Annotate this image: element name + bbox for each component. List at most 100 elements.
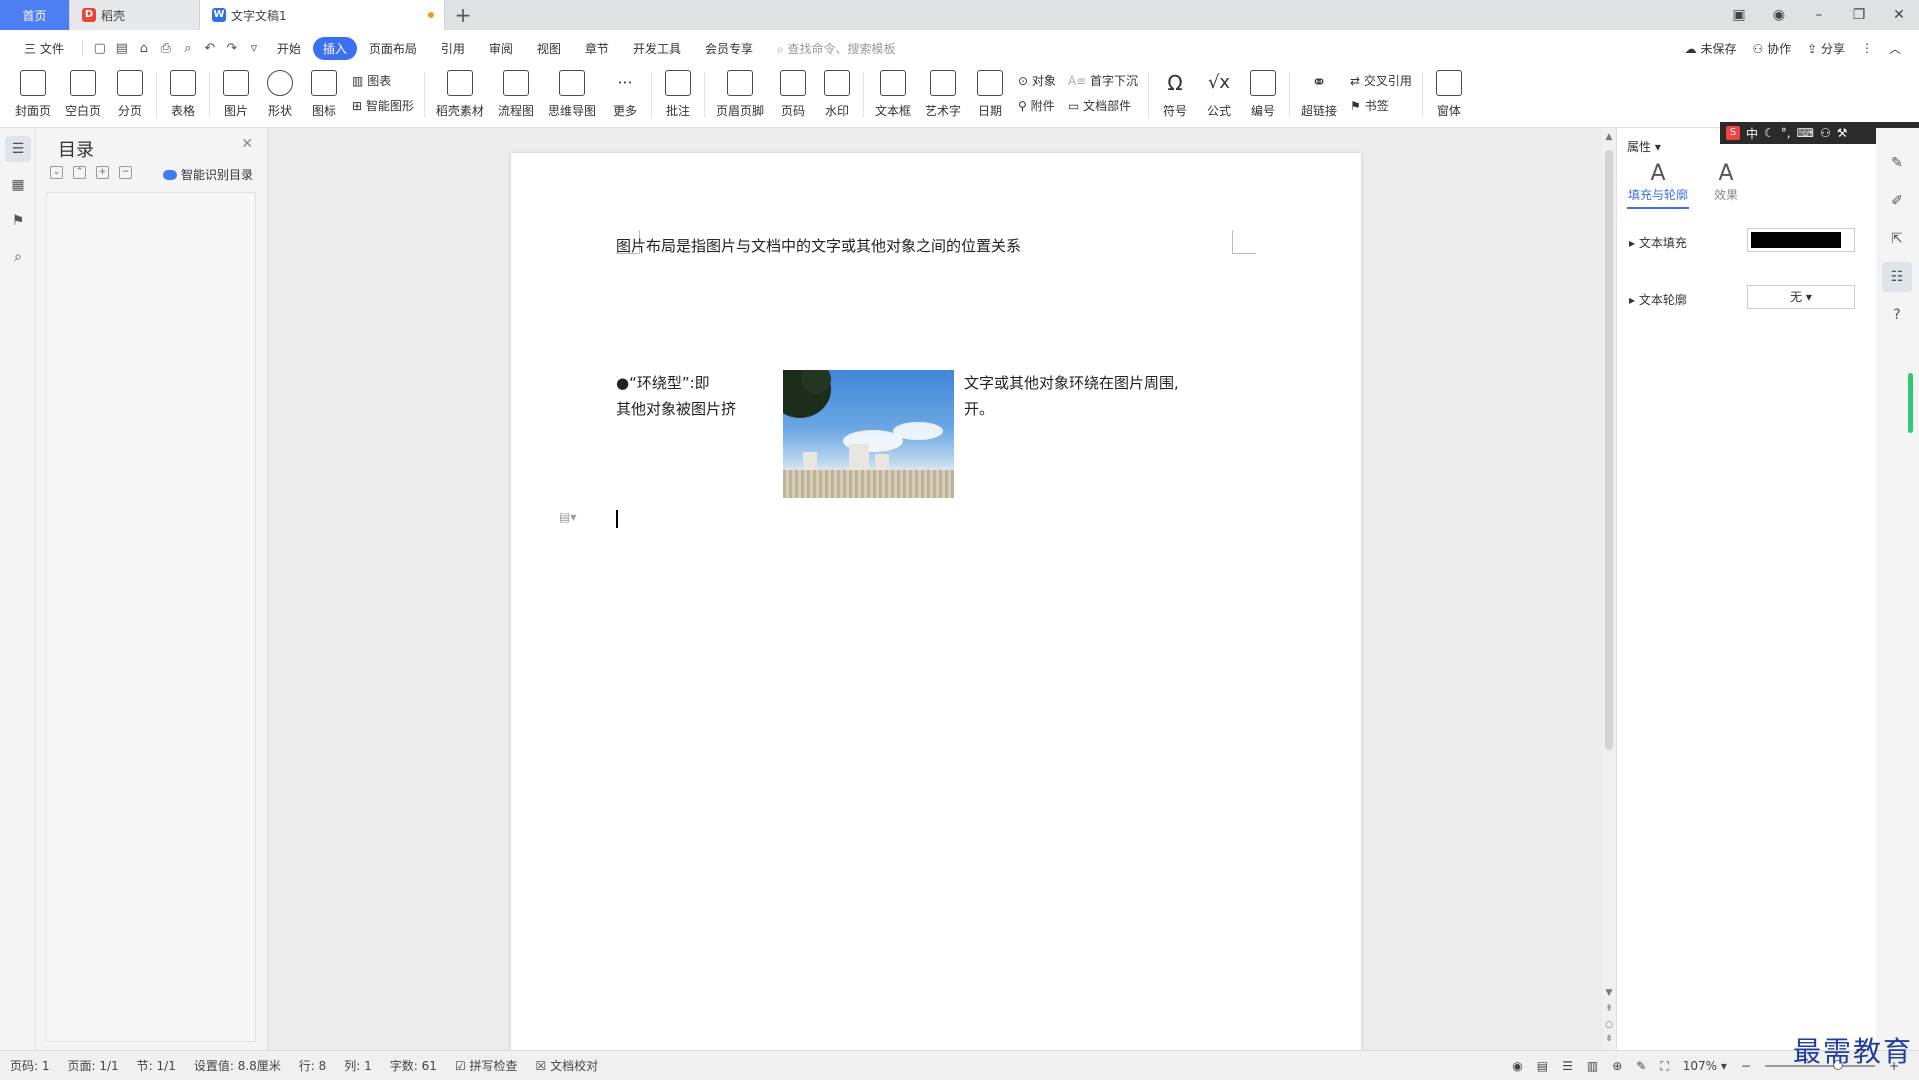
fit-icon[interactable]: ⛶ [1660, 1059, 1668, 1074]
menu-chapter[interactable]: 章节 [573, 40, 621, 57]
tab-effect[interactable]: A 效果 [1695, 162, 1757, 203]
close-icon[interactable]: ✕ [241, 136, 253, 152]
toc-list[interactable] [46, 192, 256, 1042]
add-level-icon[interactable]: + [96, 166, 109, 179]
icon-button[interactable]: 图标 [302, 66, 346, 119]
print-icon[interactable]: ⎙ [155, 41, 177, 56]
user-icon[interactable]: ⚇ [1820, 126, 1831, 140]
cover-page-button[interactable]: 封面页 [8, 66, 58, 119]
zoom-level[interactable]: 107% ▾ [1683, 1059, 1727, 1073]
bookmark-nav-icon[interactable]: ⚑ [5, 208, 31, 234]
status-setting[interactable]: 设置值: 8.8厘米 [194, 1057, 281, 1074]
object-button[interactable]: ⊙ 对象 [1018, 72, 1056, 89]
share-button[interactable]: ⇪ 分享 [1807, 40, 1845, 57]
prev-page-icon[interactable]: ⇞ [1602, 1004, 1616, 1014]
moon-icon[interactable]: ☾ [1764, 126, 1775, 140]
page-break-button[interactable]: 分页 [108, 66, 152, 119]
collab-button[interactable]: ⚇ 协作 [1753, 40, 1792, 57]
select-browse-icon[interactable]: ○ [1602, 1020, 1616, 1030]
textbox-button[interactable]: 文本框 [868, 66, 918, 119]
page-number-button[interactable]: 页码 [771, 66, 815, 119]
close-button[interactable]: ✕ [1879, 7, 1919, 23]
scroll-up-icon[interactable]: ▲ [1602, 132, 1616, 142]
text-outline-row[interactable]: ▸ 文本轮廓 [1629, 291, 1687, 308]
expand-all-icon[interactable]: ⌄ [50, 166, 63, 179]
form-button[interactable]: 窗体 [1427, 66, 1471, 119]
header-footer-button[interactable]: 页眉页脚 [709, 66, 771, 119]
dropcap-button[interactable]: A≡ 首字下沉 [1068, 72, 1138, 89]
blank-page-button[interactable]: 空白页 [58, 66, 108, 119]
file-menu[interactable]: 三 文件 [12, 40, 76, 57]
eye-icon[interactable]: ◉ [1512, 1059, 1522, 1073]
status-col[interactable]: 列: 1 [344, 1057, 372, 1074]
tab-daoke[interactable]: D 稻壳 [70, 0, 200, 30]
remove-level-icon[interactable]: − [119, 166, 132, 179]
property-title[interactable]: 属性 ▾ [1627, 138, 1661, 155]
proofread-button[interactable]: ☒ 文档校对 [536, 1057, 599, 1074]
more-icon[interactable]: ⋮ [1861, 41, 1873, 55]
avatar[interactable]: ◉ [1759, 7, 1799, 23]
date-button[interactable]: 日期 [968, 66, 1012, 119]
paragraph-handle-icon[interactable]: ▤▾ [559, 510, 576, 524]
smart-toc-button[interactable]: 智能识别目录 [162, 166, 253, 183]
flowchart-button[interactable]: 流程图 [491, 66, 541, 119]
redo-icon[interactable]: ↷ [221, 41, 243, 56]
tools-icon[interactable]: ⚒ [1837, 126, 1848, 140]
page-view-icon[interactable]: ▤ [1537, 1059, 1548, 1073]
vertical-scrollbar[interactable]: ▲ ▼ ⇞ ○ ⇟ [1602, 128, 1616, 1050]
crossref-button[interactable]: ⇄ 交叉引用 [1350, 72, 1412, 89]
symbol-button[interactable]: Ω 符号 [1153, 66, 1197, 119]
text-fill-color-picker[interactable] [1747, 228, 1855, 252]
save-icon[interactable]: ▤ [111, 41, 133, 56]
outline-view-icon[interactable]: ☰ [1562, 1059, 1573, 1073]
text-fill-row[interactable]: ▸ 文本填充 [1629, 234, 1687, 251]
table-button[interactable]: 表格 [161, 66, 205, 119]
undo-icon[interactable]: ↶ [199, 41, 221, 56]
new-tab-button[interactable]: + [445, 0, 481, 30]
comment-button[interactable]: 批注 [656, 66, 700, 119]
status-pagenum[interactable]: 页码: 1 [10, 1057, 50, 1074]
text-outline-select[interactable]: 无 ▾ [1747, 285, 1855, 309]
menu-review[interactable]: 审阅 [477, 40, 525, 57]
collapse-ribbon-icon[interactable]: ︿ [1889, 40, 1901, 57]
tab-home[interactable]: 首页 [0, 0, 70, 30]
numbering-button[interactable]: 编号 [1241, 66, 1285, 119]
spell-check-button[interactable]: ☑ 拼写检查 [455, 1057, 518, 1074]
hyperlink-button[interactable]: ⚭ 超链接 [1294, 66, 1344, 119]
punct-icon[interactable]: °, [1781, 126, 1791, 140]
status-words[interactable]: 字数: 61 [390, 1057, 437, 1074]
docpart-button[interactable]: ▭ 文档部件 [1068, 97, 1138, 114]
zoom-out-button[interactable]: − [1741, 1059, 1751, 1073]
sky-photo[interactable] [783, 370, 954, 498]
status-row[interactable]: 行: 8 [299, 1057, 327, 1074]
next-page-icon[interactable]: ⇟ [1602, 1034, 1616, 1044]
menu-start[interactable]: 开始 [265, 40, 313, 57]
shape-button[interactable]: 形状 [258, 66, 302, 119]
web-view-icon[interactable]: ⊕ [1612, 1059, 1622, 1073]
command-search[interactable]: ⌕ 查找命令、搜索模板 [777, 40, 896, 57]
status-section[interactable]: 节: 1/1 [137, 1057, 176, 1074]
pen-icon[interactable]: ✐ [1882, 186, 1912, 216]
scroll-thumb[interactable] [1605, 150, 1613, 750]
formula-button[interactable]: √x 公式 [1197, 66, 1241, 119]
toc-nav-icon[interactable]: ☰ [5, 136, 31, 162]
menu-layout[interactable]: 页面布局 [357, 40, 429, 57]
properties-icon[interactable]: ☷ [1882, 262, 1912, 292]
picture-button[interactable]: 图片 [214, 66, 258, 119]
customize-icon[interactable]: ▿ [243, 41, 265, 56]
ime-lang[interactable]: 中 [1746, 125, 1758, 142]
mindmap-button[interactable]: 思维导图 [541, 66, 603, 119]
menu-devtools[interactable]: 开发工具 [621, 40, 693, 57]
minimize-button[interactable]: – [1799, 7, 1839, 23]
smartart-button[interactable]: ⊞ 智能图形 [352, 97, 414, 114]
chapter-nav-icon[interactable]: ▦ [5, 172, 31, 198]
select-icon[interactable]: ⇱ [1882, 224, 1912, 254]
restore-button[interactable]: ❐ [1839, 7, 1879, 23]
status-pages[interactable]: 页面: 1/1 [68, 1057, 119, 1074]
menu-view[interactable]: 视图 [525, 40, 573, 57]
material-button[interactable]: 稻壳素材 [429, 66, 491, 119]
scroll-down-icon[interactable]: ▼ [1602, 988, 1616, 998]
write-view-icon[interactable]: ✎ [1636, 1059, 1646, 1073]
more-button[interactable]: ··· 更多 [603, 66, 647, 119]
menu-reference[interactable]: 引用 [429, 40, 477, 57]
